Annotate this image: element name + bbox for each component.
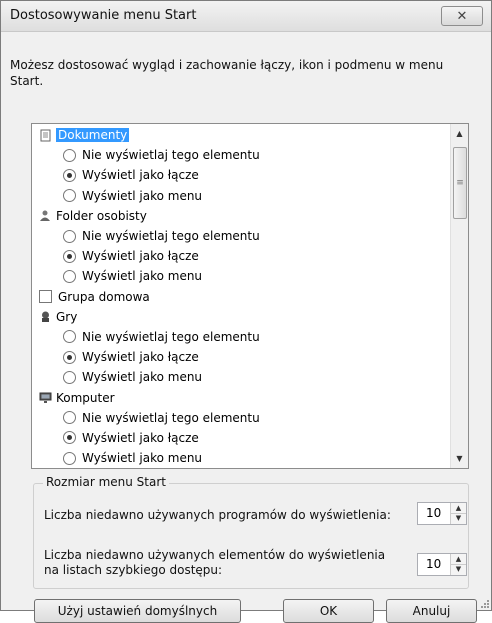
list-radio-option[interactable]: Wyświetl jako łącze xyxy=(32,246,452,266)
item-label: Wyświetl jako menu xyxy=(82,370,203,385)
item-label: Nie wyświetlaj tego elementu xyxy=(82,229,260,244)
scroll-down-icon[interactable]: ▼ xyxy=(451,450,468,467)
list-category[interactable]: Gry xyxy=(32,307,452,327)
list-radio-option[interactable]: Nie wyświetlaj tego elementu xyxy=(32,145,452,165)
radio-button[interactable] xyxy=(63,411,76,425)
description-text: Możesz dostosować wygląd i zachowanie łą… xyxy=(10,58,444,88)
scroll-up-icon[interactable]: ▲ xyxy=(451,125,468,142)
vertical-scrollbar[interactable]: ▲ ≡ ▼ xyxy=(450,124,468,468)
radio-button[interactable] xyxy=(63,148,76,162)
customize-start-menu-dialog: Dostosowywanie menu Start ✕ Możesz dosto… xyxy=(0,0,492,623)
list-radio-option[interactable]: Wyświetl jako menu xyxy=(32,266,452,286)
item-label: Folder osobisty xyxy=(56,208,147,223)
radio-button[interactable] xyxy=(63,269,76,283)
item-label: Wyświetl jako łącze xyxy=(82,249,199,264)
close-x-icon: ✕ xyxy=(456,8,468,24)
computer-icon xyxy=(39,391,52,404)
games-icon xyxy=(39,310,52,323)
list-checkbox-item[interactable]: Grupa domowa xyxy=(32,287,452,307)
start-menu-size-group: Rozmiar menu Start Liczba niedawno używa… xyxy=(33,475,469,589)
list-radio-option[interactable]: Wyświetl jako łącze xyxy=(32,428,452,448)
list-category[interactable]: Folder osobisty xyxy=(32,206,452,226)
list-radio-option[interactable]: Wyświetl jako menu xyxy=(32,367,452,387)
spin-down-icon[interactable]: ▼ xyxy=(451,564,466,574)
recent-programs-spinner[interactable]: 10 ▲ ▼ xyxy=(417,502,467,525)
jump-list-label-line1: Liczba niedawno używanych elementów do w… xyxy=(44,548,386,562)
jump-list-value[interactable]: 10 xyxy=(426,557,441,571)
use-default-settings-button[interactable]: Użyj ustawień domyślnych xyxy=(34,599,241,623)
checkbox[interactable] xyxy=(39,290,52,304)
item-label: Wyświetl jako menu xyxy=(82,269,203,284)
personal-folder-icon xyxy=(39,209,52,222)
scroll-thumb[interactable]: ≡ xyxy=(453,147,467,219)
jump-list-spinner[interactable]: 10 ▲ ▼ xyxy=(417,553,467,576)
item-label: Gry xyxy=(56,309,78,324)
list-content: Dokumenty Nie wyświetlaj tego elementu Wyś… xyxy=(32,125,452,468)
close-button[interactable]: ✕ xyxy=(441,6,483,26)
list-radio-option[interactable]: Wyświetl jako łącze xyxy=(32,347,452,367)
item-label: Nie wyświetlaj tego elementu xyxy=(82,329,260,344)
item-label: Grupa domowa xyxy=(58,289,150,304)
radio-button[interactable] xyxy=(63,350,76,364)
window-title: Dostosowywanie menu Start xyxy=(10,8,197,23)
cancel-button[interactable]: Anuluj xyxy=(386,599,477,623)
item-label: Komputer xyxy=(56,390,115,405)
group-legend: Rozmiar menu Start xyxy=(43,475,169,489)
list-radio-option[interactable]: Wyświetl jako menu xyxy=(32,448,452,468)
list-radio-option[interactable]: Nie wyświetlaj tego elementu xyxy=(32,327,452,347)
item-label: Dokumenty xyxy=(56,128,130,143)
list-category[interactable]: Dokumenty xyxy=(32,125,452,145)
radio-button[interactable] xyxy=(63,431,76,445)
item-label: Wyświetl jako łącze xyxy=(82,168,199,183)
item-label: Nie wyświetlaj tego elementu xyxy=(82,148,260,163)
spinner-buttons: ▲ ▼ xyxy=(450,503,466,524)
list-radio-option[interactable]: Wyświetl jako menu xyxy=(32,186,452,206)
title-bar: Dostosowywanie menu Start ✕ xyxy=(1,1,491,32)
item-label: Wyświetl jako łącze xyxy=(82,350,199,365)
radio-button[interactable] xyxy=(63,168,76,182)
item-label: Wyświetl jako menu xyxy=(82,188,203,203)
spinner-buttons: ▲ ▼ xyxy=(450,554,466,575)
radio-button[interactable] xyxy=(63,330,76,344)
item-label: Nie wyświetlaj tego elementu xyxy=(82,410,260,425)
spin-down-icon[interactable]: ▼ xyxy=(451,513,466,523)
list-radio-option[interactable]: Wyświetl jako łącze xyxy=(32,165,452,185)
radio-button[interactable] xyxy=(63,189,76,203)
dialog-body: Możesz dostosować wygląd i zachowanie łą… xyxy=(1,32,491,623)
item-label: Wyświetl jako menu xyxy=(82,451,203,466)
radio-button[interactable] xyxy=(63,370,76,384)
jump-list-label-line2: na listach szybkiego dostępu: xyxy=(44,563,223,577)
recent-programs-label: Liczba niedawno używanych programów do w… xyxy=(44,508,391,522)
documents-icon xyxy=(39,129,52,142)
radio-button[interactable] xyxy=(63,451,76,465)
ok-button[interactable]: OK xyxy=(283,599,374,623)
radio-button[interactable] xyxy=(63,229,76,243)
resize-grip-icon[interactable] xyxy=(479,598,489,608)
item-label: Wyświetl jako łącze xyxy=(82,430,199,445)
list-category[interactable]: Komputer xyxy=(32,387,452,407)
list-radio-option[interactable]: Nie wyświetlaj tego elementu xyxy=(32,408,452,428)
recent-programs-value[interactable]: 10 xyxy=(426,506,441,520)
start-menu-items-list[interactable]: Dokumenty Nie wyświetlaj tego elementu Wyś… xyxy=(31,123,469,469)
radio-button[interactable] xyxy=(63,249,76,263)
list-radio-option[interactable]: Nie wyświetlaj tego elementu xyxy=(32,226,452,246)
grip-icon: ≡ xyxy=(456,178,464,188)
